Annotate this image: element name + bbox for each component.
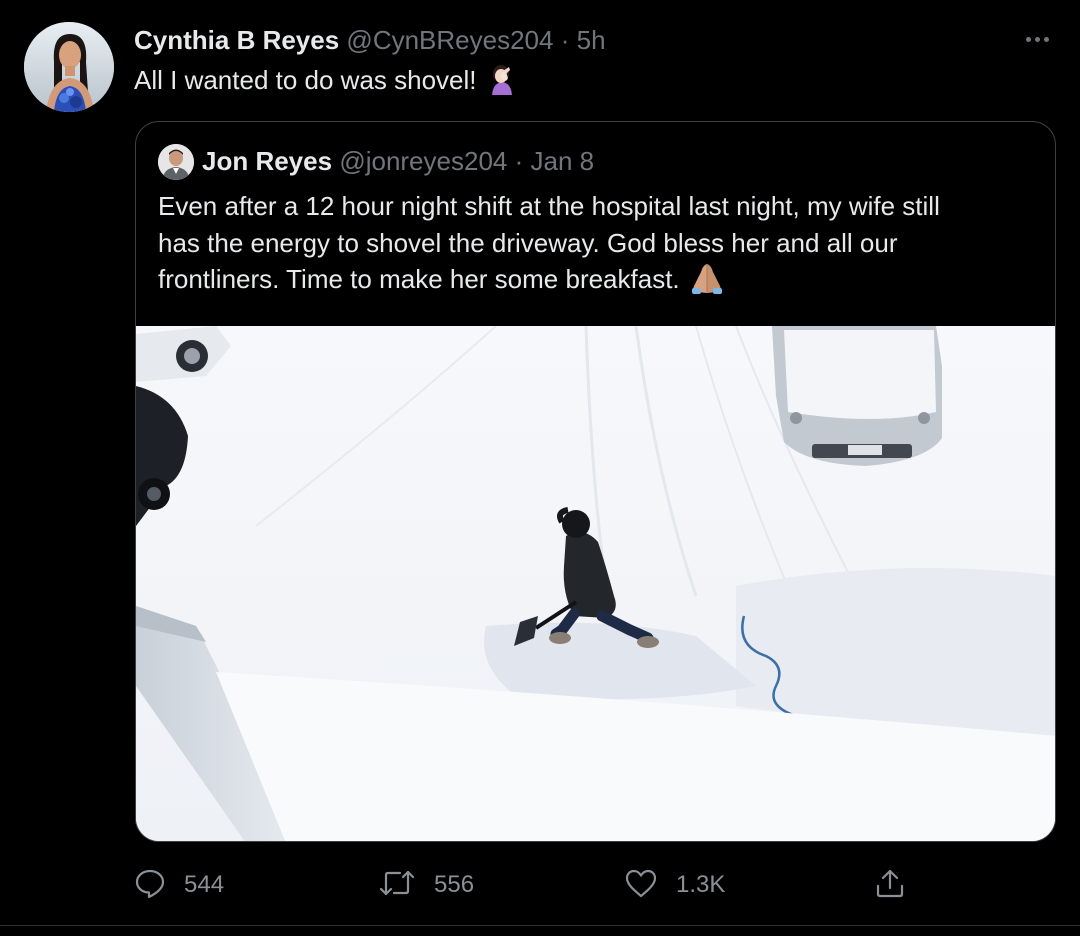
quoted-author-avatar[interactable] [158,144,194,180]
reply-icon [134,867,166,904]
more-horizontal-icon [1025,36,1031,42]
tweet-text-content: All I wanted to do was shovel! [134,65,477,95]
woman-facepalming-emoji [487,63,517,104]
tweet: Cynthia B Reyes @CynBReyes204 · 5h All I… [0,0,1080,936]
retweet-icon [378,868,416,903]
share-icon [874,867,906,904]
tweet-time[interactable]: 5h [577,25,606,55]
quoted-header-separator: · [514,146,524,176]
quoted-text-line-last: frontliners. Time to make her some break… [158,261,1038,304]
like-icon [624,868,658,903]
more-dot [1043,36,1049,42]
quoted-text-line: Even after a 12 hour night shift at the … [158,191,940,221]
share-button[interactable] [874,862,906,908]
author-avatar[interactable] [24,22,114,112]
retweet-button[interactable]: 556 [378,862,474,908]
author-handle[interactable]: @CynBReyes204 [346,25,553,55]
quoted-date[interactable]: Jan 8 [531,146,595,176]
author-name[interactable]: Cynthia B Reyes [134,25,339,55]
quoted-author-name[interactable]: Jon Reyes [202,146,332,176]
quoted-author-handle[interactable]: @jonreyes204 [339,146,507,176]
like-count: 1.3K [676,871,726,898]
tweet-header: Cynthia B Reyes @CynBReyes204 · 5h [134,24,606,56]
tweet-text: All I wanted to do was shovel! [134,62,517,104]
retweet-count: 556 [434,871,475,898]
quoted-media-photo[interactable] [136,326,1055,841]
more-options-button[interactable] [1020,24,1054,54]
quoted-text-line: has the energy to shovel the driveway. G… [158,227,898,258]
bottom-divider [0,925,1080,926]
header-separator: · [560,25,570,55]
quoted-text: Even after a 12 hour night shift at the … [158,188,1038,304]
reply-button[interactable]: 544 [134,862,224,908]
quoted-header: Jon Reyes @jonreyes204 · Jan 8 [202,145,594,177]
reply-count: 544 [184,871,225,898]
action-bar: 544 556 1.3K [134,862,934,908]
quoted-text-line: frontliners. Time to make her some break… [158,264,680,294]
folded-hands-emoji [690,262,724,304]
like-button[interactable]: 1.3K [624,862,725,908]
quoted-tweet-card[interactable]: Jon Reyes @jonreyes204 · Jan 8 Even afte… [135,121,1056,842]
more-dot [1034,36,1040,42]
